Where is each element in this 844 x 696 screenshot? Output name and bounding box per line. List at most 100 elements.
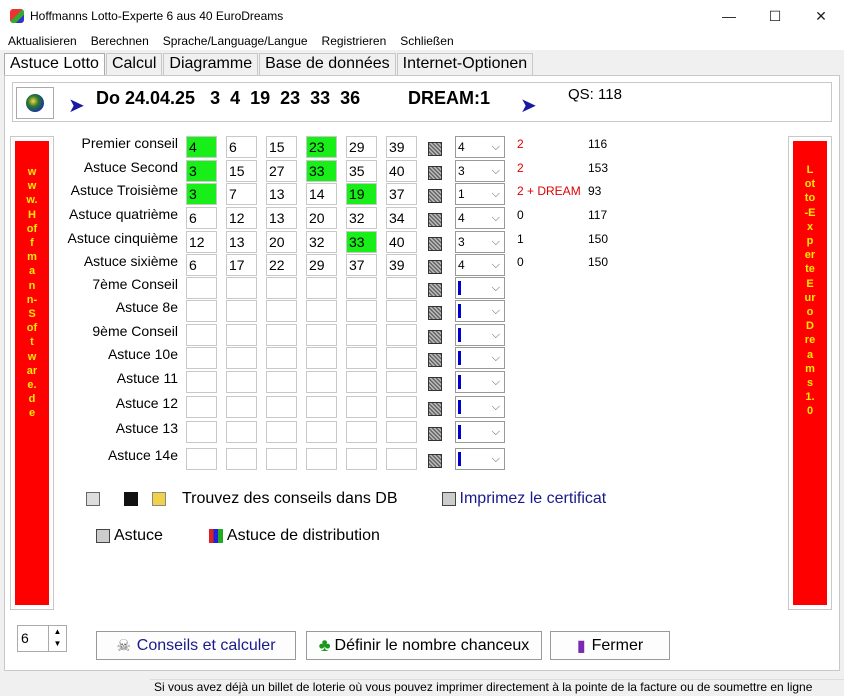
tip-number-cell[interactable] — [186, 448, 217, 470]
tip-number-cell[interactable]: 4 — [186, 136, 217, 158]
distribution-button[interactable]: Astuce de distribution — [227, 527, 380, 545]
tip-number-cell[interactable] — [386, 371, 417, 393]
astuce-print-button[interactable]: Astuce — [114, 527, 163, 545]
tip-number-cell[interactable] — [306, 347, 337, 369]
tip-number-cell[interactable]: 20 — [306, 207, 337, 229]
tip-number-cell[interactable]: 7 — [226, 183, 257, 205]
tip-number-cell[interactable] — [226, 277, 257, 299]
tip-number-cell[interactable] — [306, 396, 337, 418]
menu-registrieren[interactable]: Registrieren — [322, 34, 387, 48]
dream-number-select[interactable]: ⌵ — [455, 300, 505, 322]
tip-number-cell[interactable]: 12 — [186, 231, 217, 253]
tip-number-cell[interactable]: 40 — [386, 160, 417, 182]
tip-number-cell[interactable] — [346, 347, 377, 369]
tip-number-cell[interactable] — [346, 371, 377, 393]
tip-number-cell[interactable] — [386, 347, 417, 369]
print-certificate-link[interactable]: Imprimez le certificat — [460, 490, 607, 508]
copy-tip-icon[interactable] — [427, 351, 442, 367]
calculate-tips-button[interactable]: ☠ Conseils et calculer — [96, 631, 296, 660]
tip-number-cell[interactable] — [266, 324, 297, 346]
tip-number-cell[interactable] — [346, 421, 377, 443]
tip-number-cell[interactable]: 32 — [346, 207, 377, 229]
tip-number-cell[interactable]: 3 — [186, 183, 217, 205]
copy-tip-icon[interactable] — [427, 211, 442, 227]
tip-number-cell[interactable] — [386, 448, 417, 470]
dream-number-select[interactable]: ⌵ — [455, 347, 505, 369]
edit-icon[interactable] — [86, 492, 100, 506]
copy-tip-icon[interactable] — [427, 258, 442, 274]
menu-schliessen[interactable]: Schließen — [400, 34, 453, 48]
tab-base-de-donnees[interactable]: Base de données — [259, 53, 396, 75]
lucky-number-button[interactable]: ♣ Définir le nombre chanceux — [306, 631, 542, 660]
copy-tip-icon[interactable] — [427, 281, 442, 297]
tip-number-cell[interactable] — [186, 300, 217, 322]
copy-tip-icon[interactable] — [427, 328, 442, 344]
tip-number-cell[interactable]: 12 — [226, 207, 257, 229]
spin-down-icon[interactable]: ▼ — [49, 638, 66, 650]
tip-number-cell[interactable] — [186, 347, 217, 369]
tip-number-cell[interactable] — [306, 324, 337, 346]
tip-number-cell[interactable] — [346, 300, 377, 322]
dream-number-select[interactable]: 3 ⌵ — [455, 160, 505, 182]
copy-tip-icon[interactable] — [427, 400, 442, 416]
tip-number-cell[interactable]: 35 — [346, 160, 377, 182]
dream-number-select[interactable]: 4 ⌵ — [455, 254, 505, 276]
tip-number-cell[interactable]: 34 — [386, 207, 417, 229]
close-button[interactable]: ▮ Fermer — [550, 631, 670, 660]
tip-number-cell[interactable] — [266, 300, 297, 322]
menu-berechnen[interactable]: Berechnen — [91, 34, 149, 48]
find-db-label[interactable]: Trouvez des conseils dans DB — [182, 490, 398, 508]
tip-number-cell[interactable] — [186, 396, 217, 418]
dream-number-select[interactable]: 4 ⌵ — [455, 136, 505, 158]
tip-number-cell[interactable] — [226, 347, 257, 369]
copy-tip-icon[interactable] — [427, 452, 442, 468]
copy-tip-icon[interactable] — [427, 235, 442, 251]
dream-number-select[interactable]: 3 ⌵ — [455, 231, 505, 253]
tip-number-cell[interactable]: 13 — [266, 207, 297, 229]
tip-number-cell[interactable]: 3 — [186, 160, 217, 182]
spin-up-icon[interactable]: ▲ — [49, 626, 66, 638]
tip-number-cell[interactable] — [266, 371, 297, 393]
tip-number-cell[interactable]: 37 — [386, 183, 417, 205]
tip-number-cell[interactable] — [186, 277, 217, 299]
copy-tip-icon[interactable] — [427, 375, 442, 391]
tip-number-cell[interactable]: 22 — [266, 254, 297, 276]
tip-number-cell[interactable]: 29 — [306, 254, 337, 276]
tip-count-value[interactable]: 6 — [21, 630, 29, 646]
tab-calcul[interactable]: Calcul — [105, 53, 163, 75]
tip-number-cell[interactable]: 19 — [346, 183, 377, 205]
previous-draw-arrow-icon[interactable]: ➤ — [68, 93, 85, 118]
tip-number-cell[interactable]: 23 — [306, 136, 337, 158]
tip-number-cell[interactable] — [266, 448, 297, 470]
copy-tip-icon[interactable] — [427, 425, 442, 441]
tip-number-cell[interactable] — [306, 300, 337, 322]
tip-number-cell[interactable]: 14 — [306, 183, 337, 205]
tip-number-cell[interactable]: 13 — [266, 183, 297, 205]
close-window-button[interactable]: ✕ — [798, 0, 844, 32]
tip-number-cell[interactable]: 15 — [266, 136, 297, 158]
copy-tip-icon[interactable] — [427, 304, 442, 320]
tip-number-cell[interactable] — [266, 421, 297, 443]
tip-number-cell[interactable] — [226, 324, 257, 346]
tip-number-cell[interactable] — [226, 371, 257, 393]
tip-number-cell[interactable] — [386, 396, 417, 418]
tip-number-cell[interactable]: 6 — [226, 136, 257, 158]
tip-number-cell[interactable] — [346, 324, 377, 346]
dream-number-select[interactable]: ⌵ — [455, 421, 505, 443]
tip-number-cell[interactable]: 32 — [306, 231, 337, 253]
dream-number-select[interactable]: ⌵ — [455, 396, 505, 418]
tab-internet-optionen[interactable]: Internet-Optionen — [396, 53, 534, 75]
copy-tip-icon[interactable] — [427, 187, 442, 203]
tip-number-cell[interactable] — [226, 448, 257, 470]
tab-astuce-lotto[interactable]: Astuce Lotto — [4, 53, 105, 75]
tip-number-cell[interactable]: 40 — [386, 231, 417, 253]
tip-number-cell[interactable] — [306, 277, 337, 299]
tip-number-cell[interactable]: 33 — [346, 231, 377, 253]
dream-number-select[interactable]: ⌵ — [455, 277, 505, 299]
dream-number-select[interactable]: ⌵ — [455, 448, 505, 470]
menu-aktualisieren[interactable]: Aktualisieren — [8, 34, 77, 48]
tip-number-cell[interactable] — [266, 396, 297, 418]
tip-number-cell[interactable]: 13 — [226, 231, 257, 253]
globe-button[interactable] — [16, 87, 54, 119]
tip-number-cell[interactable] — [186, 421, 217, 443]
